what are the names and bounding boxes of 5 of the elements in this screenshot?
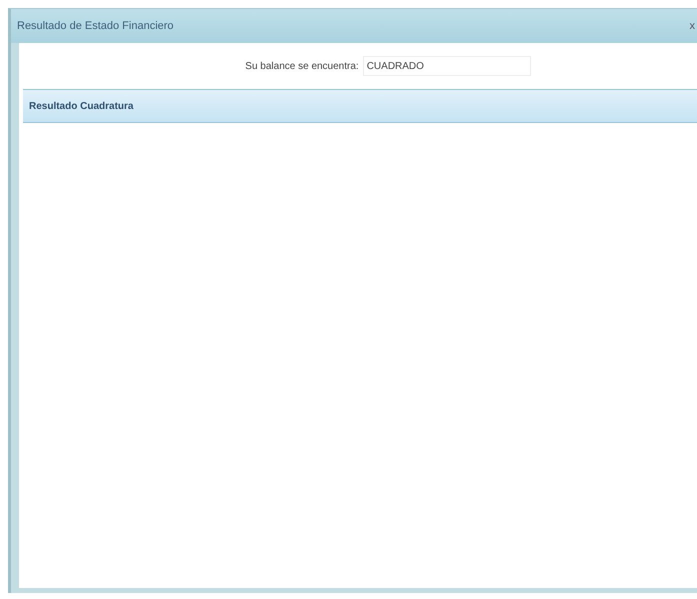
balance-label: Su balance se encuentra: xyxy=(245,60,359,72)
balance-field[interactable]: CUADRADO xyxy=(362,56,531,76)
panel-title: Resultado Cuadratura xyxy=(29,100,134,112)
window-title: Resultado de Estado Financiero xyxy=(17,20,174,32)
close-button[interactable]: x xyxy=(688,20,697,32)
